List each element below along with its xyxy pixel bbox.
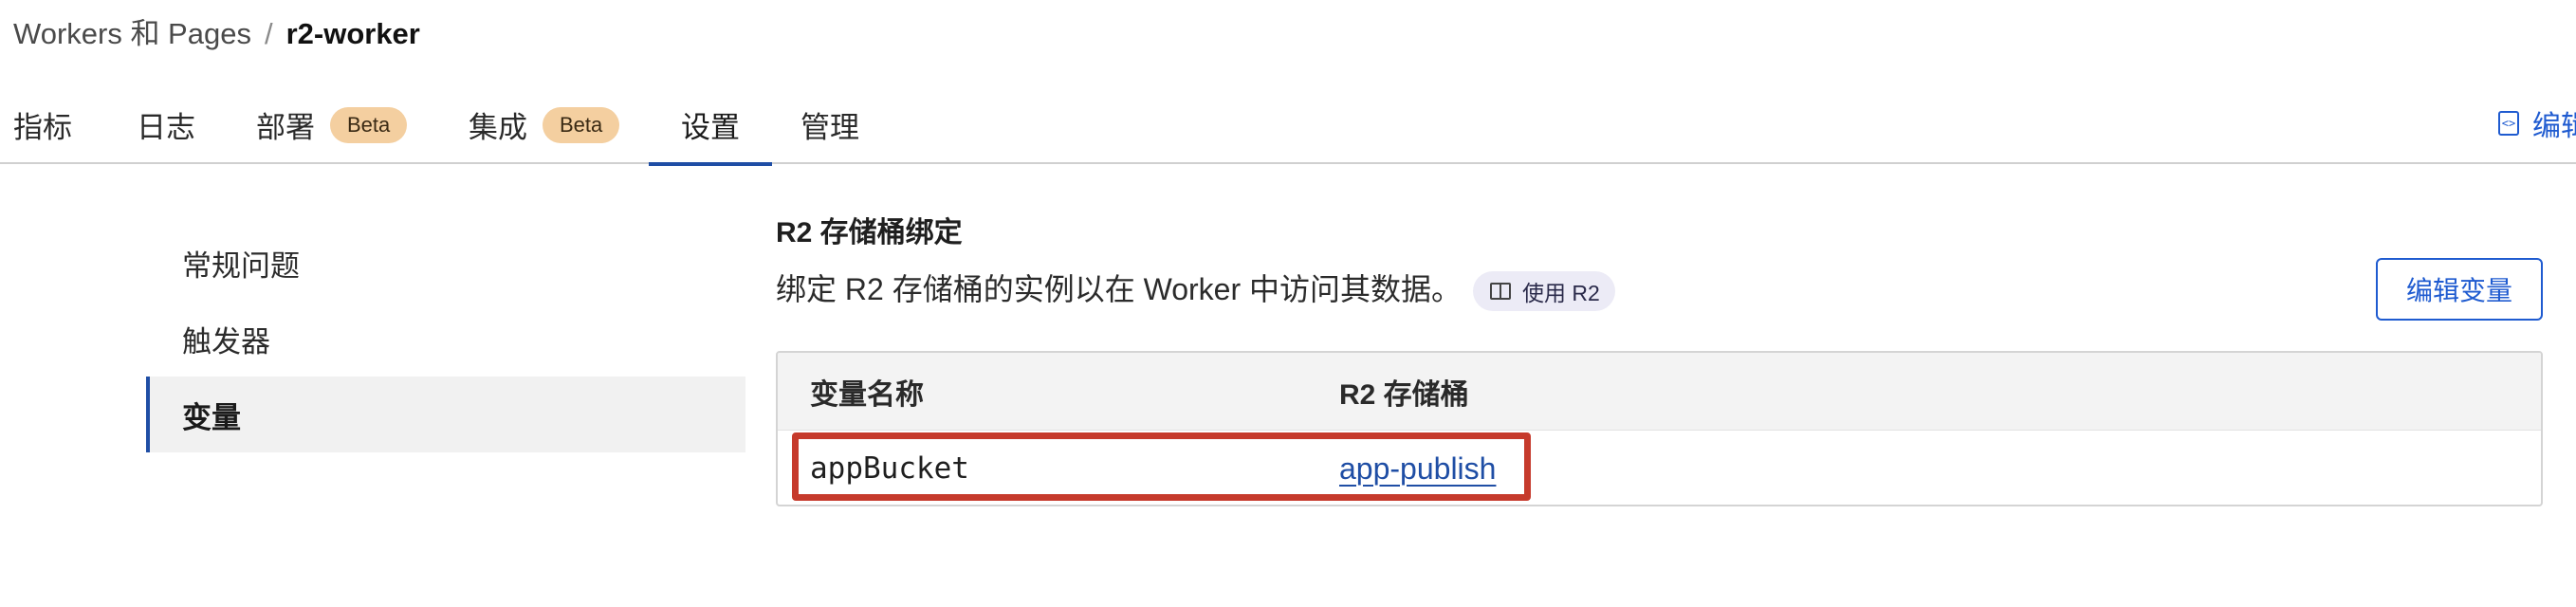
code-file-icon: <> — [2498, 111, 2519, 136]
tab-label: 管理 — [800, 111, 859, 144]
sidebar-item-label: 常规问题 — [182, 248, 300, 283]
breadcrumb-root-link[interactable]: Workers 和 Pages — [13, 13, 251, 55]
section-description: 绑定 R2 存储桶的实例以在 Worker 中访问其数据。 — [776, 272, 1463, 306]
edit-code-label: 编辑 — [2532, 111, 2576, 142]
sidebar-item-variables[interactable]: 变量 — [146, 377, 745, 452]
edit-variables-button[interactable]: 编辑变量 — [2376, 258, 2543, 321]
beta-badge: Beta — [330, 106, 408, 143]
column-header-r2-bucket: R2 存储桶 — [1339, 379, 1469, 411]
book-icon — [1490, 283, 1511, 300]
use-r2-doc-link[interactable]: 使用 R2 — [1473, 271, 1615, 311]
tab-manage[interactable]: 管理 — [800, 85, 859, 164]
tab-metrics[interactable]: 指标 — [13, 85, 72, 164]
edit-code-button[interactable]: <> 编辑 — [2498, 102, 2576, 144]
tab-label: 设置 — [681, 111, 740, 144]
tab-bar: 指标 日志 部署 Beta 集成 Beta 设置 管理 — [0, 85, 2576, 166]
bucket-link[interactable]: app-publish — [1339, 451, 1496, 487]
sidebar-item-general[interactable]: 常规问题 — [146, 225, 745, 301]
table-header: 变量名称 R2 存储桶 — [778, 353, 2541, 431]
use-r2-label: 使用 R2 — [1522, 281, 1600, 305]
column-header-variable-name: 变量名称 — [810, 379, 924, 411]
beta-badge: Beta — [543, 106, 620, 143]
table-row: appBucket app-publish — [778, 431, 2541, 505]
r2-bindings-table: 变量名称 R2 存储桶 appBucket app-publish — [776, 351, 2543, 506]
variable-name-cell: appBucket — [810, 451, 969, 486]
sidebar-item-label: 变量 — [182, 400, 241, 434]
tab-label: 集成 — [469, 111, 527, 144]
tab-logs[interactable]: 日志 — [137, 85, 195, 164]
tab-label: 日志 — [137, 111, 195, 144]
tab-settings[interactable]: 设置 — [649, 85, 772, 166]
tab-label: 指标 — [13, 111, 72, 144]
breadcrumb-current: r2-worker — [285, 17, 420, 50]
tab-deployments[interactable]: 部署 Beta — [256, 85, 408, 164]
breadcrumb: Workers 和 Pages / r2-worker — [13, 13, 420, 55]
settings-sidebar: 常规问题 触发器 变量 — [146, 225, 745, 452]
bucket-cell: app-publish — [1339, 431, 1496, 505]
page: Workers 和 Pages / r2-worker 指标 日志 部署 Bet… — [0, 0, 2576, 607]
sidebar-item-triggers[interactable]: 触发器 — [146, 301, 745, 377]
section-title: R2 存储桶绑定 — [776, 217, 963, 248]
sidebar-item-label: 触发器 — [182, 324, 270, 359]
tab-integrations[interactable]: 集成 Beta — [469, 85, 620, 164]
breadcrumb-separator: / — [264, 17, 273, 50]
tab-label: 部署 — [256, 111, 315, 144]
